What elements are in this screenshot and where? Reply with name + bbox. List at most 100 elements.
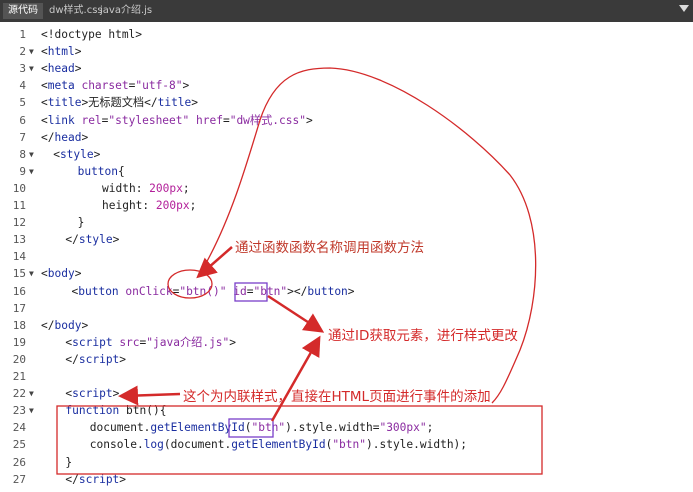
code-token: </ (65, 352, 79, 366)
code-token: link (47, 113, 75, 127)
code-token: > (182, 79, 190, 93)
chevron-down-icon[interactable] (679, 5, 689, 12)
code-token: script (78, 472, 120, 486)
code-token: getElementById (150, 421, 245, 435)
annotation-call-by-name: 通过函数函数名称调用函数方法 (235, 240, 424, 256)
code-token: 200px (155, 199, 190, 212)
line-number: 27 (12, 472, 26, 486)
code-token: > (191, 96, 199, 110)
fold-arrow-icon[interactable]: ▼ (29, 385, 38, 402)
code-line[interactable]: 16 <button onClick="btn()" id="btn"></but… (0, 283, 693, 300)
code-token: 200px (149, 181, 183, 195)
code-token: > (229, 335, 237, 349)
code-text: <!doctype html> (41, 26, 142, 43)
line-number: 19 (12, 335, 26, 349)
code-line[interactable]: 12} (0, 214, 693, 231)
code-token: </ (41, 318, 55, 332)
code-line[interactable]: 3 ▼ <head> (0, 60, 693, 77)
code-text: <meta charset="utf-8"> (41, 77, 189, 94)
fold-arrow-icon[interactable]: ▼ (29, 163, 38, 180)
code-token: "stylesheet" (108, 113, 190, 127)
line-number: 5 (19, 96, 26, 110)
code-line[interactable]: 17 (0, 300, 693, 317)
fold-arrow-icon[interactable]: ▼ (29, 43, 38, 60)
line-number: 15 (12, 267, 26, 281)
code-token: title (157, 96, 192, 110)
code-token: = (222, 113, 230, 127)
code-token: "dw样式.css" (229, 113, 306, 127)
code-token: body (54, 318, 82, 332)
code-text: <script src="java介绍.js"> (65, 334, 236, 351)
fold-arrow-icon[interactable]: ▼ (29, 265, 38, 282)
code-line[interactable]: 20 </script> (0, 351, 693, 368)
code-line[interactable]: 15 ▼ <body> (0, 265, 693, 282)
code-line[interactable]: 10 width: 200px; (0, 180, 693, 197)
code-token: head (47, 62, 75, 76)
code-line[interactable]: 1 <!doctype html> (0, 26, 693, 43)
code-editor[interactable]: 1 <!doctype html> 2 ▼ <html> 3 ▼ <head> 4 <meta c… (0, 22, 693, 492)
code-line[interactable]: 2 ▼ <html> (0, 43, 693, 60)
code-token: ).style.width); (366, 438, 468, 452)
document-tab-bar: 源代码 dw样式.css java介绍.js (0, 0, 693, 22)
fold-arrow-icon[interactable]: ▼ (29, 60, 38, 77)
code-token: < (41, 113, 48, 127)
code-token: } (77, 216, 85, 230)
code-token: < (41, 45, 48, 59)
code-token: "btn" (251, 421, 286, 435)
code-token: < (41, 62, 48, 76)
line-number: 11 (12, 199, 26, 212)
code-line[interactable]: 4 <meta charset="utf-8"> (0, 77, 693, 94)
code-token: style (59, 147, 94, 161)
code-token: width (102, 181, 136, 195)
code-line[interactable]: 27 </script> (0, 471, 693, 488)
code-line[interactable]: 7 </head> (0, 129, 693, 146)
code-token: rel (81, 113, 102, 127)
line-number: 18 (12, 318, 26, 332)
line-number: 6 (19, 113, 26, 127)
code-line[interactable]: 9 ▼ button{ (0, 163, 693, 180)
code-text: button{ (78, 163, 125, 180)
code-token: "java介绍.js" (146, 335, 230, 349)
line-number: 25 (12, 438, 26, 452)
line-number: 21 (12, 370, 26, 383)
code-token: "btn" (332, 438, 366, 452)
code-token: (document. (163, 438, 232, 452)
line-number: 4 (19, 79, 26, 93)
code-line[interactable]: 21 (0, 368, 693, 385)
code-token: > (112, 233, 120, 247)
line-number: 26 (12, 455, 26, 469)
code-line[interactable]: 5 <title>无标题文档</title> (0, 94, 693, 111)
code-token: meta (47, 79, 75, 93)
code-line[interactable]: 25 console.log(document.getElementById("b… (0, 436, 693, 453)
code-text: <button onClick="btn()" id="btn"></butto… (72, 283, 355, 300)
code-line[interactable]: 26} (0, 454, 693, 471)
code-token: script (72, 335, 113, 349)
code-text: </script> (65, 351, 126, 368)
line-number: 17 (12, 301, 26, 315)
fold-arrow-icon[interactable]: ▼ (29, 402, 38, 419)
line-number: 24 (12, 421, 26, 435)
code-token: "btn" (253, 284, 288, 298)
line-number: 3 (19, 62, 26, 76)
code-token: : (142, 199, 156, 212)
code-line[interactable]: 11 height: 200px; (0, 197, 693, 214)
tab-java-js[interactable]: java介绍.js (95, 3, 157, 19)
code-line[interactable]: 24 document.getElementById("btn").style.w… (0, 419, 693, 436)
code-token: button (77, 164, 119, 178)
code-token: body (47, 267, 75, 281)
line-number: 7 (19, 130, 26, 144)
code-token: src (119, 335, 140, 349)
code-token: title (47, 96, 82, 110)
code-token: ).style.width= (285, 421, 380, 435)
code-token: > (74, 45, 82, 59)
code-token: >无标题文档</ (81, 96, 158, 110)
fold-arrow-icon[interactable]: ▼ (29, 146, 38, 163)
code-token: < (41, 267, 48, 281)
code-line[interactable]: 8 ▼ <style> (0, 146, 693, 163)
tab-source-code[interactable]: 源代码 (3, 3, 43, 19)
code-token: > (305, 113, 313, 127)
code-token: height (102, 199, 143, 212)
code-line[interactable]: 6 <link rel="stylesheet" href="dw样式.css"> (0, 112, 693, 129)
code-token: html (47, 45, 75, 59)
